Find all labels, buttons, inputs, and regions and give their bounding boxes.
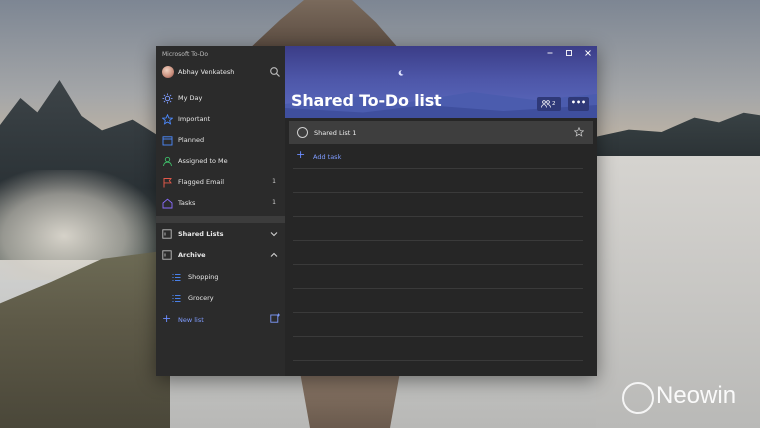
home-icon (162, 198, 173, 209)
group-archive[interactable]: Archive (156, 246, 285, 265)
page-title: Shared To-Do list (291, 91, 442, 110)
list-rule (293, 192, 583, 193)
add-task-button[interactable]: + Add task (293, 148, 593, 166)
list-rule (293, 264, 583, 265)
sidebar-item-important[interactable]: Important (156, 110, 285, 129)
plus-icon: + (162, 312, 172, 325)
wallpaper-rock-bottom (300, 372, 400, 428)
watermark-text: Neowin (656, 382, 737, 409)
group-label: Shared Lists (178, 230, 224, 238)
app-title: Microsoft To-Do (162, 51, 209, 58)
sidebar-item-label: Tasks (178, 199, 196, 207)
new-group-icon[interactable] (270, 313, 280, 323)
list-icon (172, 274, 181, 281)
list-rule (293, 240, 583, 241)
search-icon[interactable] (269, 66, 281, 78)
list-icon (172, 295, 181, 302)
new-list-label: New list (178, 316, 204, 324)
star-icon[interactable] (574, 127, 584, 137)
group-icon (162, 229, 172, 239)
list-item-grocery[interactable]: Grocery (156, 289, 285, 308)
sidebar-item-label: My Day (178, 94, 203, 102)
sidebar-item-planned[interactable]: Planned (156, 131, 285, 150)
item-count-badge: 1 (272, 199, 276, 206)
sun-icon (162, 93, 173, 104)
share-count: 2 (552, 101, 556, 107)
group-icon (162, 250, 172, 260)
list-rule (293, 168, 583, 169)
avatar (162, 66, 174, 78)
plus-icon: + (296, 148, 306, 161)
sidebar: Microsoft To-Do Abhay Venkatesh My Day I… (156, 46, 285, 376)
sidebar-item-assigned[interactable]: Assigned to Me (156, 152, 285, 171)
window-controls (537, 46, 597, 60)
list-rule (293, 336, 583, 337)
list-rule (293, 288, 583, 289)
item-count-badge: 1 (272, 178, 276, 185)
list-item-shopping[interactable]: Shopping (156, 268, 285, 287)
todo-window: Microsoft To-Do Abhay Venkatesh My Day I… (156, 46, 597, 376)
sidebar-item-label: Planned (178, 136, 205, 144)
new-list-button[interactable]: + New list (156, 311, 285, 329)
list-rule (293, 216, 583, 217)
wallpaper-mountain-right (596, 112, 760, 156)
list-rule (293, 360, 583, 361)
complete-checkbox[interactable] (297, 127, 308, 138)
person-icon (163, 156, 172, 167)
wallpaper-rock-top (248, 0, 400, 50)
list-view: Shared To-Do list 2 ••• Shared List 1 + (285, 46, 597, 376)
group-label: Archive (178, 251, 206, 259)
group-shared-lists[interactable]: Shared Lists (156, 225, 285, 244)
neowin-watermark: Neowin (622, 380, 752, 414)
sidebar-item-my-day[interactable]: My Day (156, 89, 285, 108)
share-button[interactable]: 2 (537, 97, 561, 111)
list-item-label: Grocery (188, 294, 214, 302)
list-rule (293, 312, 583, 313)
sidebar-item-flagged-email[interactable]: Flagged Email 1 (156, 173, 285, 192)
add-task-label: Add task (313, 153, 342, 161)
flag-icon (163, 178, 172, 188)
close-icon[interactable] (583, 48, 593, 58)
neowin-logo-icon (622, 382, 654, 414)
task-row[interactable]: Shared List 1 (289, 121, 593, 144)
minimize-icon[interactable] (545, 48, 555, 58)
people-icon (541, 100, 551, 108)
star-icon (162, 114, 173, 125)
sidebar-item-label: Assigned to Me (178, 157, 228, 165)
calendar-icon (162, 136, 173, 146)
list-header-banner: Shared To-Do list 2 ••• (285, 46, 597, 118)
sidebar-item-tasks[interactable]: Tasks 1 (156, 194, 285, 213)
sidebar-divider (156, 216, 285, 223)
user-name: Abhay Venkatesh (178, 68, 235, 76)
moon-icon (398, 70, 404, 76)
maximize-icon[interactable] (564, 48, 574, 58)
chevron-down-icon[interactable] (269, 229, 279, 239)
task-title: Shared List 1 (314, 129, 357, 137)
more-options-button[interactable]: ••• (568, 97, 589, 111)
user-account[interactable]: Abhay Venkatesh (156, 64, 285, 82)
sidebar-item-label: Important (178, 115, 211, 123)
sidebar-item-label: Flagged Email (178, 178, 225, 186)
chevron-up-icon[interactable] (269, 250, 279, 260)
list-item-label: Shopping (188, 273, 219, 281)
